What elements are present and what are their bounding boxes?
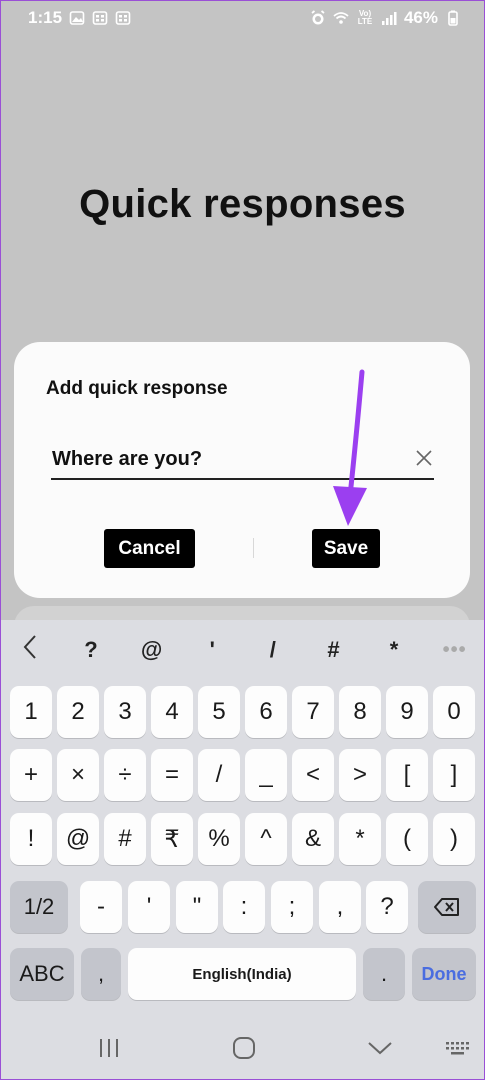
key[interactable]: : — [223, 881, 265, 933]
more-dots-icon[interactable]: ••• — [424, 639, 485, 662]
signal-icon — [381, 10, 397, 26]
key[interactable]: 6 — [245, 686, 287, 738]
status-bar: 1:15 Vo) LTE 46% — [0, 0, 485, 36]
key[interactable]: ÷ — [104, 749, 146, 801]
key-row-punctuation: 1/2 - ' ":;,? — [0, 881, 485, 933]
key[interactable]: ? — [366, 881, 408, 933]
key[interactable]: 8 — [339, 686, 381, 738]
network-label: Vo) LTE — [357, 9, 373, 26]
key[interactable]: > — [339, 749, 381, 801]
key[interactable]: ( — [386, 813, 428, 865]
symbol-key[interactable]: * — [364, 637, 425, 663]
key[interactable]: [ — [386, 749, 428, 801]
key[interactable]: 2 — [57, 686, 99, 738]
comma-key[interactable]: , — [81, 948, 121, 1000]
home-icon[interactable] — [230, 1036, 258, 1060]
key[interactable]: ] — [433, 749, 475, 801]
period-key[interactable]: . — [363, 948, 405, 1000]
key[interactable]: × — [57, 749, 99, 801]
wifi-icon — [333, 10, 349, 26]
navigation-bar — [0, 1018, 485, 1080]
key[interactable]: ; — [271, 881, 313, 933]
page-toggle-key[interactable]: 1/2 — [10, 881, 68, 933]
space-key[interactable]: English(India) — [128, 948, 356, 1000]
symbol-key[interactable]: / — [243, 637, 304, 663]
backspace-key[interactable] — [418, 881, 476, 933]
button-divider — [253, 538, 254, 558]
symbol-key[interactable]: # — [303, 637, 364, 663]
back-icon[interactable] — [366, 1036, 394, 1060]
key[interactable]: & — [292, 813, 334, 865]
symbol-key[interactable]: @ — [121, 637, 182, 663]
page-title: Quick responses — [79, 182, 406, 226]
keyboard-icon[interactable] — [444, 1036, 472, 1060]
response-input-row — [51, 440, 434, 480]
done-key[interactable]: Done — [412, 948, 476, 1000]
cancel-button[interactable]: Cancel — [104, 529, 195, 568]
symbol-key[interactable]: ? — [61, 637, 122, 663]
backspace-icon — [433, 896, 461, 918]
key-row-numbers: 1234567890 — [0, 686, 485, 738]
key[interactable]: ) — [433, 813, 475, 865]
key[interactable]: _ — [245, 749, 287, 801]
key[interactable]: < — [292, 749, 334, 801]
battery-percent: 46% — [403, 8, 438, 27]
key[interactable]: " — [176, 881, 218, 933]
key[interactable]: 4 — [151, 686, 193, 738]
grid-icon — [115, 10, 131, 26]
recents-icon[interactable] — [95, 1036, 123, 1060]
key[interactable]: @ — [57, 813, 99, 865]
abc-key[interactable]: ABC — [10, 948, 74, 1000]
key[interactable]: 0 — [433, 686, 475, 738]
key[interactable]: - — [80, 881, 122, 933]
key[interactable]: 1 — [10, 686, 52, 738]
key[interactable]: ^ — [245, 813, 287, 865]
key[interactable]: = — [151, 749, 193, 801]
save-button[interactable]: Save — [312, 529, 380, 568]
key[interactable]: / — [198, 749, 240, 801]
status-time: 1:15 — [28, 8, 63, 27]
key[interactable]: , — [319, 881, 361, 933]
key-row-bottom: ABC , English(India) . Done — [0, 948, 485, 1000]
key-row-math: + × ÷ = / _ < >[] — [0, 749, 485, 801]
key[interactable]: 9 — [386, 686, 428, 738]
image-icon — [69, 10, 85, 26]
response-input[interactable] — [51, 440, 391, 478]
clear-icon[interactable] — [414, 448, 434, 468]
key[interactable]: ' — [128, 881, 170, 933]
dialog-title: Add quick response — [46, 378, 228, 399]
key[interactable]: % — [198, 813, 240, 865]
key[interactable]: ₹ — [151, 813, 193, 865]
key[interactable]: 3 — [104, 686, 146, 738]
key[interactable]: * — [339, 813, 381, 865]
key[interactable]: # — [104, 813, 146, 865]
keyboard: ? @ ' / # * ••• 1234567890 + × ÷ = / _ < >[] ! @… — [0, 620, 485, 1018]
battery-icon — [445, 10, 461, 26]
key-row-symbols: ! @ # ₹% ^ & *() — [0, 813, 485, 865]
grid-icon — [92, 10, 108, 26]
add-quick-response-dialog: Add quick response Cancel Save — [14, 342, 470, 598]
key[interactable]: ! — [10, 813, 52, 865]
symbol-key[interactable]: ' — [182, 637, 243, 663]
chevron-left-icon[interactable] — [0, 634, 61, 666]
alarm-icon — [310, 10, 326, 26]
key[interactable]: 5 — [198, 686, 240, 738]
key[interactable]: + — [10, 749, 52, 801]
symbol-suggestion-bar: ? @ ' / # * ••• — [0, 620, 485, 680]
key[interactable]: 7 — [292, 686, 334, 738]
